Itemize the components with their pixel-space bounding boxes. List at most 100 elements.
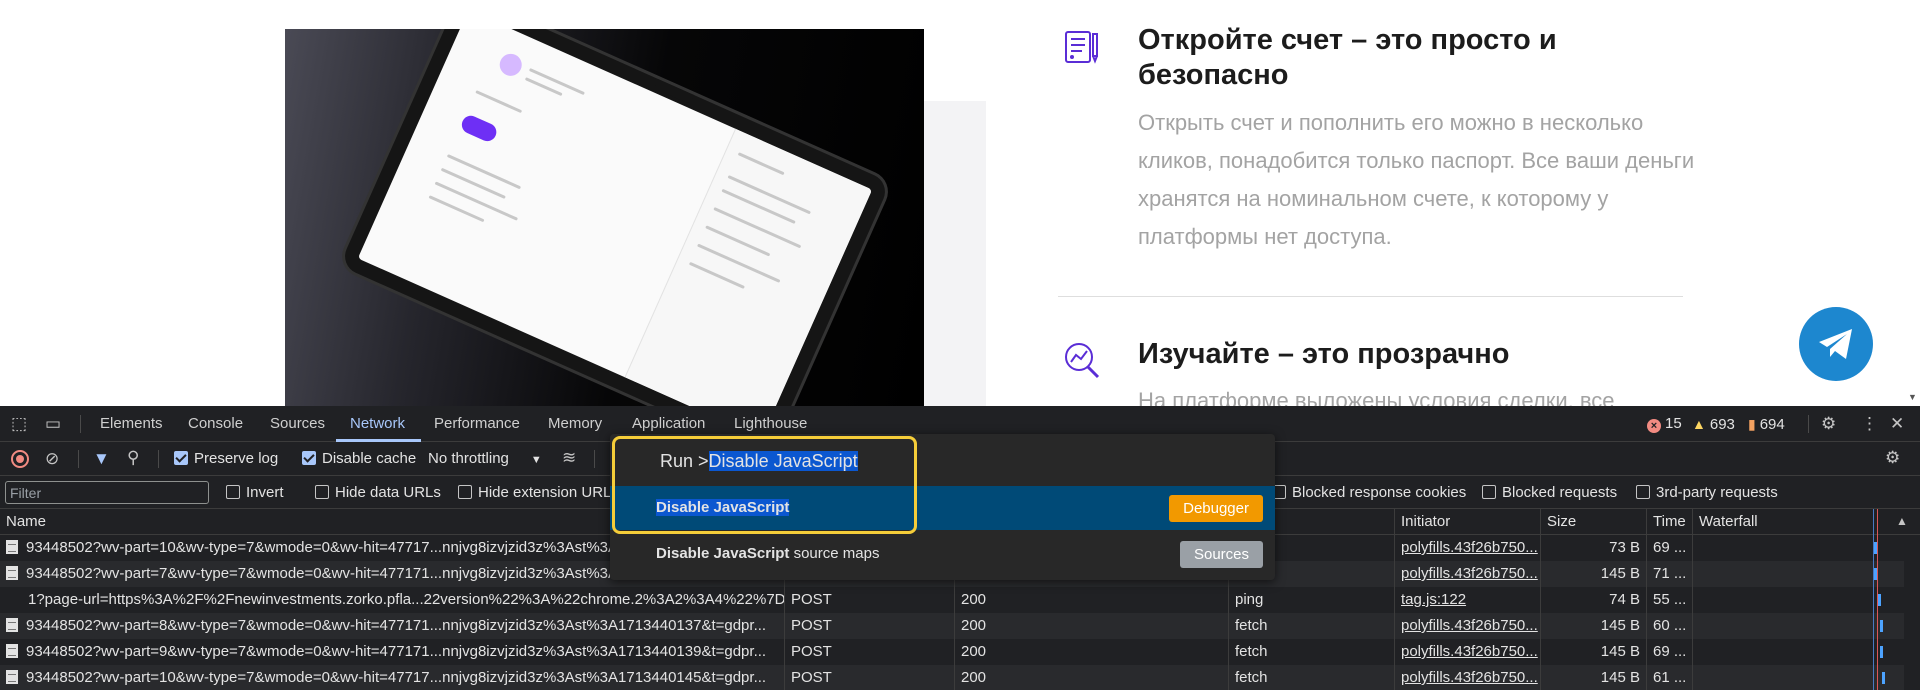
- network-settings-icon[interactable]: ⚙: [1885, 448, 1900, 468]
- document-checklist-icon: [1065, 31, 1098, 64]
- column-initiator[interactable]: Initiator: [1394, 509, 1540, 535]
- hero-laptop-image: [285, 29, 924, 406]
- document-icon: [6, 540, 18, 554]
- divider: [1058, 296, 1683, 297]
- cell-method: POST: [784, 587, 954, 613]
- page-scrollbar[interactable]: ▼: [1904, 0, 1920, 406]
- cell-status: 200: [954, 613, 1228, 639]
- cell-size: 145 B: [1540, 665, 1646, 690]
- table-row[interactable]: 93448502?wv-part=9&wv-type=7&wmode=0&wv-…: [0, 639, 1920, 665]
- invert-checkbox[interactable]: Invert: [226, 484, 284, 502]
- cell-name: 1?page-url=https%3A%2F%2Fnewinvestments.…: [28, 591, 784, 608]
- cell-initiator[interactable]: tag.js:122: [1394, 587, 1540, 613]
- throttling-select[interactable]: No throttling ▼: [428, 450, 542, 469]
- close-devtools-icon[interactable]: ✕: [1890, 414, 1904, 434]
- filter-icon[interactable]: ▼: [93, 449, 110, 469]
- third-party-requests-checkbox[interactable]: 3rd-party requests: [1636, 484, 1778, 502]
- cell-initiator[interactable]: polyfills.43f26b750...: [1394, 561, 1540, 587]
- table-row[interactable]: 1?page-url=https%3A%2F%2Fnewinvestments.…: [0, 587, 1920, 613]
- waterfall-dom-loaded-line: [1873, 509, 1874, 690]
- cell-time: 69 ...: [1646, 639, 1692, 665]
- cell-initiator[interactable]: polyfills.43f26b750...: [1394, 613, 1540, 639]
- table-scrollbar[interactable]: [1904, 535, 1920, 690]
- table-row[interactable]: 93448502?wv-part=10&wv-type=7&wmode=0&wv…: [0, 665, 1920, 690]
- feature-text-open-account: Открыть счет и пополнить его можно в нес…: [1138, 110, 1695, 249]
- issues-badge[interactable]: ▮ 694: [1748, 415, 1785, 434]
- cell-size: 145 B: [1540, 561, 1646, 587]
- waterfall-bar: [1878, 594, 1881, 606]
- device-toolbar-icon[interactable]: ▭: [45, 414, 61, 434]
- cell-method: POST: [784, 639, 954, 665]
- cell-method: POST: [784, 665, 954, 690]
- scroll-down-icon[interactable]: ▼: [1908, 392, 1917, 402]
- command-item-label-rest: source maps: [789, 545, 880, 562]
- column-size[interactable]: Size: [1540, 509, 1646, 535]
- cell-type: fetch: [1228, 613, 1394, 639]
- waterfall-bar: [1880, 620, 1883, 632]
- highlight-annotation: [612, 436, 917, 534]
- telegram-icon: [1819, 329, 1852, 359]
- document-icon: [6, 618, 18, 632]
- cell-status: 200: [954, 665, 1228, 690]
- cell-type: fetch: [1228, 665, 1394, 690]
- cell-initiator[interactable]: polyfills.43f26b750...: [1394, 535, 1540, 561]
- cell-size: 74 B: [1540, 587, 1646, 613]
- waterfall-bar: [1882, 672, 1885, 684]
- background-panel: [923, 101, 986, 406]
- network-conditions-icon[interactable]: ≋: [562, 448, 576, 468]
- settings-gear-icon[interactable]: ⚙: [1821, 414, 1836, 434]
- disable-cache-checkbox[interactable]: Disable cache: [302, 450, 416, 468]
- clear-icon[interactable]: ⊘: [45, 449, 59, 469]
- warnings-badge[interactable]: ▲ 693: [1692, 415, 1735, 434]
- inspect-element-icon[interactable]: ⬚: [11, 414, 27, 434]
- cell-method: POST: [784, 613, 954, 639]
- chart-magnifier-icon: [1065, 343, 1100, 379]
- preserve-log-checkbox[interactable]: Preserve log: [174, 450, 278, 468]
- telegram-button[interactable]: [1799, 307, 1873, 381]
- cell-status: 200: [954, 639, 1228, 665]
- filter-input[interactable]: [5, 481, 209, 504]
- cell-name: 93448502?wv-part=9&wv-type=7&wmode=0&wv-…: [0, 639, 784, 665]
- command-item-label: Disable JavaScript: [656, 545, 790, 562]
- issues-count: 694: [1759, 416, 1785, 433]
- document-icon: [6, 644, 18, 658]
- cell-size: 145 B: [1540, 639, 1646, 665]
- blocked-response-cookies-checkbox[interactable]: Blocked response cookies: [1272, 484, 1466, 502]
- tab-sources[interactable]: Sources: [270, 406, 325, 442]
- feature-title-open-account: Откройте счет – это просто и безопасно: [1138, 24, 1557, 91]
- cell-initiator[interactable]: polyfills.43f26b750...: [1394, 639, 1540, 665]
- cell-name: 93448502?wv-part=8&wv-type=7&wmode=0&wv-…: [0, 613, 784, 639]
- document-icon: [6, 566, 18, 580]
- errors-badge[interactable]: × 15: [1647, 415, 1682, 433]
- errors-count: 15: [1665, 415, 1682, 432]
- stop-recording-button[interactable]: [11, 450, 29, 468]
- cell-type: ping: [1228, 587, 1394, 613]
- column-time[interactable]: Time: [1646, 509, 1692, 535]
- search-icon[interactable]: ⚲: [127, 448, 139, 468]
- tab-elements[interactable]: Elements: [100, 406, 163, 442]
- warning-icon: ▲: [1692, 416, 1706, 432]
- cell-size: 73 B: [1540, 535, 1646, 561]
- cell-time: 60 ...: [1646, 613, 1692, 639]
- tab-memory[interactable]: Memory: [548, 406, 602, 442]
- feature-title-learn: Изучайте – это прозрачно: [1138, 338, 1510, 370]
- category-badge-debugger: Debugger: [1169, 495, 1263, 522]
- sort-arrow-icon: ▲: [1896, 514, 1908, 528]
- tab-console[interactable]: Console: [188, 406, 243, 442]
- cell-time: 71 ...: [1646, 561, 1692, 587]
- tab-performance[interactable]: Performance: [434, 406, 520, 442]
- waterfall-load-line: [1877, 509, 1878, 690]
- hide-extension-urls-checkbox[interactable]: Hide extension URLs: [458, 484, 619, 502]
- issue-icon: ▮: [1748, 416, 1756, 432]
- hide-data-urls-checkbox[interactable]: Hide data URLs: [315, 484, 441, 502]
- command-item-disable-javascript-source-maps[interactable]: Disable JavaScript source maps Sources: [610, 532, 1275, 576]
- warnings-count: 693: [1709, 416, 1735, 433]
- feature-text-learn: На платформе выложены условия сделки, вс…: [1138, 388, 1615, 406]
- more-options-icon[interactable]: ⋮: [1861, 414, 1878, 434]
- cell-time: 61 ...: [1646, 665, 1692, 690]
- table-row[interactable]: 93448502?wv-part=8&wv-type=7&wmode=0&wv-…: [0, 613, 1920, 639]
- tab-network[interactable]: Network: [350, 406, 405, 442]
- cell-initiator[interactable]: polyfills.43f26b750...: [1394, 665, 1540, 690]
- blocked-requests-checkbox[interactable]: Blocked requests: [1482, 484, 1617, 502]
- error-icon: ×: [1647, 419, 1661, 433]
